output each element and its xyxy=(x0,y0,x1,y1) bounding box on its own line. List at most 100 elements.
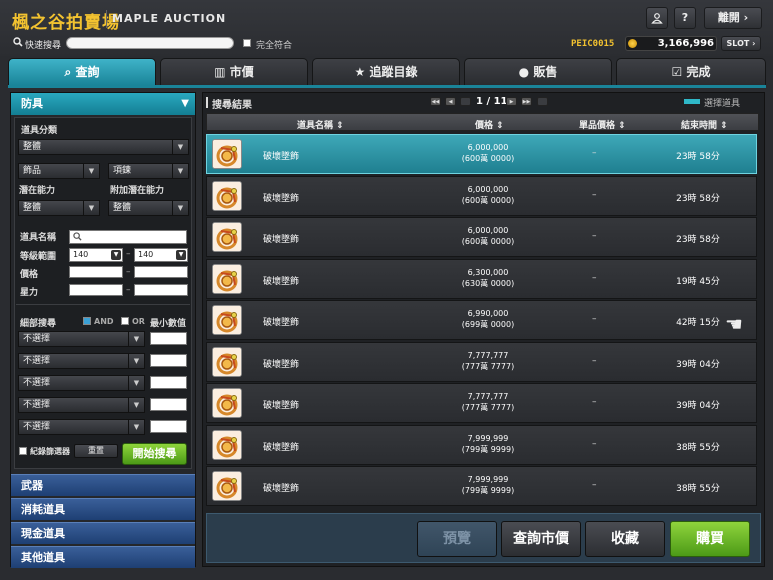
market-price-button[interactable]: 查詢市價 xyxy=(501,521,581,557)
and-checkbox[interactable] xyxy=(83,317,91,325)
next-page-button[interactable]: ▶ xyxy=(506,97,517,106)
tab-search[interactable]: ⌕ 查詢 xyxy=(8,58,156,86)
end-time: 42時 15分 xyxy=(676,318,720,328)
star-icon: ★ xyxy=(354,65,370,79)
category-etc[interactable]: 其他道具 xyxy=(11,546,195,568)
unit-price: – xyxy=(592,189,597,200)
detail-option-select[interactable]: 不選擇 ▼ xyxy=(18,419,145,435)
category-consumable[interactable]: 消耗道具 xyxy=(11,498,195,520)
min-value-input[interactable] xyxy=(150,398,187,411)
reset-button[interactable]: 重置 xyxy=(74,444,118,458)
price-min-input[interactable] xyxy=(69,266,123,278)
min-value-label: 最小數值 xyxy=(150,319,187,329)
category-armor-header[interactable]: 防具 ▼ xyxy=(11,93,195,115)
detail-option-select[interactable]: 不選擇 ▼ xyxy=(18,397,145,413)
item-type-select[interactable]: 項鍊 ▼ xyxy=(108,163,189,179)
exact-match-label: 完全符合 xyxy=(256,41,293,51)
item-category-select[interactable]: 整體 ▼ xyxy=(18,139,189,155)
table-row[interactable]: 破壞墜飾 6,000,000 (600萬 0000) – 23時 58分 xyxy=(206,134,757,174)
item-name-input[interactable] xyxy=(69,230,187,244)
table-row[interactable]: 破壞墜飾 7,777,777 (777萬 7777) – 39時 04分 xyxy=(206,341,757,382)
favorite-button[interactable]: 收藏 xyxy=(585,521,665,557)
level-min-input[interactable]: 140 ▼ xyxy=(69,248,123,262)
tab-complete[interactable]: ☑ 完成 xyxy=(616,58,766,86)
selected-legend-swatch xyxy=(684,99,700,104)
end-time: 19時 45分 xyxy=(676,276,720,287)
help-button[interactable]: ? xyxy=(674,7,696,29)
and-label: AND xyxy=(94,317,114,326)
chevron-down-icon: ▼ xyxy=(83,201,99,215)
tab-bar: ⌕ 查詢 ▥ 市價 ★ 追蹤目錄 ● 販售 ☑ 完成 xyxy=(8,58,766,86)
column-price[interactable]: 價格 ⇕ xyxy=(475,118,504,131)
column-end-time[interactable]: 結束時間 ⇕ xyxy=(681,118,728,131)
pendant-icon xyxy=(212,471,242,501)
tab-underline xyxy=(8,85,766,88)
end-time: 39時 04分 xyxy=(676,401,720,411)
table-row[interactable]: 破壞墜飾 6,990,000 (699萬 0000) – 42時 15分 xyxy=(206,300,757,340)
table-row[interactable]: 破壞墜飾 7,999,999 (799萬 9999) – 38時 55分 xyxy=(206,466,757,506)
chevron-down-icon: ▼ xyxy=(128,354,144,368)
price-max-input[interactable] xyxy=(134,266,188,278)
page-button[interactable] xyxy=(537,97,548,106)
prev-page-button[interactable]: ◀ xyxy=(445,97,456,106)
min-value-input[interactable] xyxy=(150,332,187,345)
end-time: 23時 58分 xyxy=(676,235,720,245)
chevron-down-icon[interactable]: ▼ xyxy=(176,250,186,260)
tab-market-price[interactable]: ▥ 市價 xyxy=(160,58,308,86)
star-min-input[interactable] xyxy=(69,284,123,296)
detail-option-select[interactable]: 不選擇 ▼ xyxy=(18,353,145,369)
column-unit-price[interactable]: 單品價格 ⇕ xyxy=(579,118,626,131)
search-icon xyxy=(73,232,82,241)
search-icon: ⌕ xyxy=(64,65,76,79)
chevron-down-icon: ▼ xyxy=(83,164,99,178)
category-weapon[interactable]: 武器 xyxy=(11,474,195,496)
star-max-input[interactable] xyxy=(134,284,188,296)
page-button[interactable] xyxy=(460,97,471,106)
table-row[interactable]: 破壞墜飾 6,000,000 (600萬 0000) – 23時 58分 xyxy=(206,175,757,216)
item-price: 6,000,000 (600萬 0000) xyxy=(461,184,515,205)
item-price: 6,000,000 (600萬 0000) xyxy=(461,226,515,246)
min-value-input[interactable] xyxy=(150,354,187,367)
item-name: 破壞墜飾 xyxy=(263,359,300,370)
level-max-input[interactable]: 140 ▼ xyxy=(134,248,188,262)
character-button[interactable] xyxy=(646,7,668,29)
table-row[interactable]: 破壞墜飾 7,777,777 (777萬 7777) – 39時 04分 xyxy=(206,383,757,423)
table-row[interactable]: 破壞墜飾 7,999,999 (799萬 9999) – 38時 55分 xyxy=(206,424,757,465)
potential-label: 潛在能力 xyxy=(19,186,56,196)
start-search-button[interactable]: 開始搜尋 xyxy=(122,443,187,465)
sort-icon: ⇕ xyxy=(336,121,344,131)
preview-button[interactable]: 預覽 xyxy=(417,521,497,557)
category-cash[interactable]: 現金道具 xyxy=(11,522,195,544)
column-item-name[interactable]: 道具名稱 ⇕ xyxy=(297,118,344,131)
meso-coin-icon xyxy=(628,39,637,48)
tab-sell[interactable]: ● 販售 xyxy=(464,58,612,86)
detail-option-select[interactable]: 不選擇 ▼ xyxy=(18,331,145,347)
range-dash: – xyxy=(126,267,131,277)
bonus-potential-select[interactable]: 整體 ▼ xyxy=(108,200,189,216)
detail-option-select[interactable]: 不選擇 ▼ xyxy=(18,375,145,391)
first-page-button[interactable]: ◀◀ xyxy=(430,97,441,106)
sub-category-select[interactable]: 飾品 ▼ xyxy=(18,163,100,179)
exit-button[interactable]: 離開 › xyxy=(704,7,762,29)
potential-select[interactable]: 整體 ▼ xyxy=(18,200,100,216)
selected-legend-label: 選擇道具 xyxy=(704,99,741,109)
min-value-input[interactable] xyxy=(150,420,187,433)
chevron-down-icon[interactable]: ▼ xyxy=(111,250,121,260)
buy-button[interactable]: 購買 xyxy=(670,521,750,557)
record-filter-label: 紀錄篩選器 xyxy=(30,447,70,456)
min-value-input[interactable] xyxy=(150,376,187,389)
quick-search-input[interactable] xyxy=(66,37,234,49)
results-title: 搜尋結果 xyxy=(212,100,252,111)
tab-watchlist[interactable]: ★ 追蹤目錄 xyxy=(312,58,460,86)
exact-match-checkbox[interactable] xyxy=(243,39,251,47)
pendant-icon xyxy=(212,305,242,335)
or-checkbox[interactable] xyxy=(121,317,129,325)
last-page-button[interactable]: ▶▶ xyxy=(521,97,532,106)
check-icon: ☑ xyxy=(671,65,687,79)
slot-button[interactable]: SLOT › xyxy=(721,36,761,51)
item-name-label: 道具名稱 xyxy=(20,233,57,243)
app-title: 楓之谷拍賣場 xyxy=(12,13,120,33)
table-row[interactable]: 破壞墜飾 6,000,000 (600萬 0000) – 23時 58分 xyxy=(206,217,757,257)
record-filter-checkbox[interactable] xyxy=(19,447,27,455)
table-row[interactable]: 破壞墜飾 6,300,000 (630萬 0000) – 19時 45分 xyxy=(206,258,757,299)
